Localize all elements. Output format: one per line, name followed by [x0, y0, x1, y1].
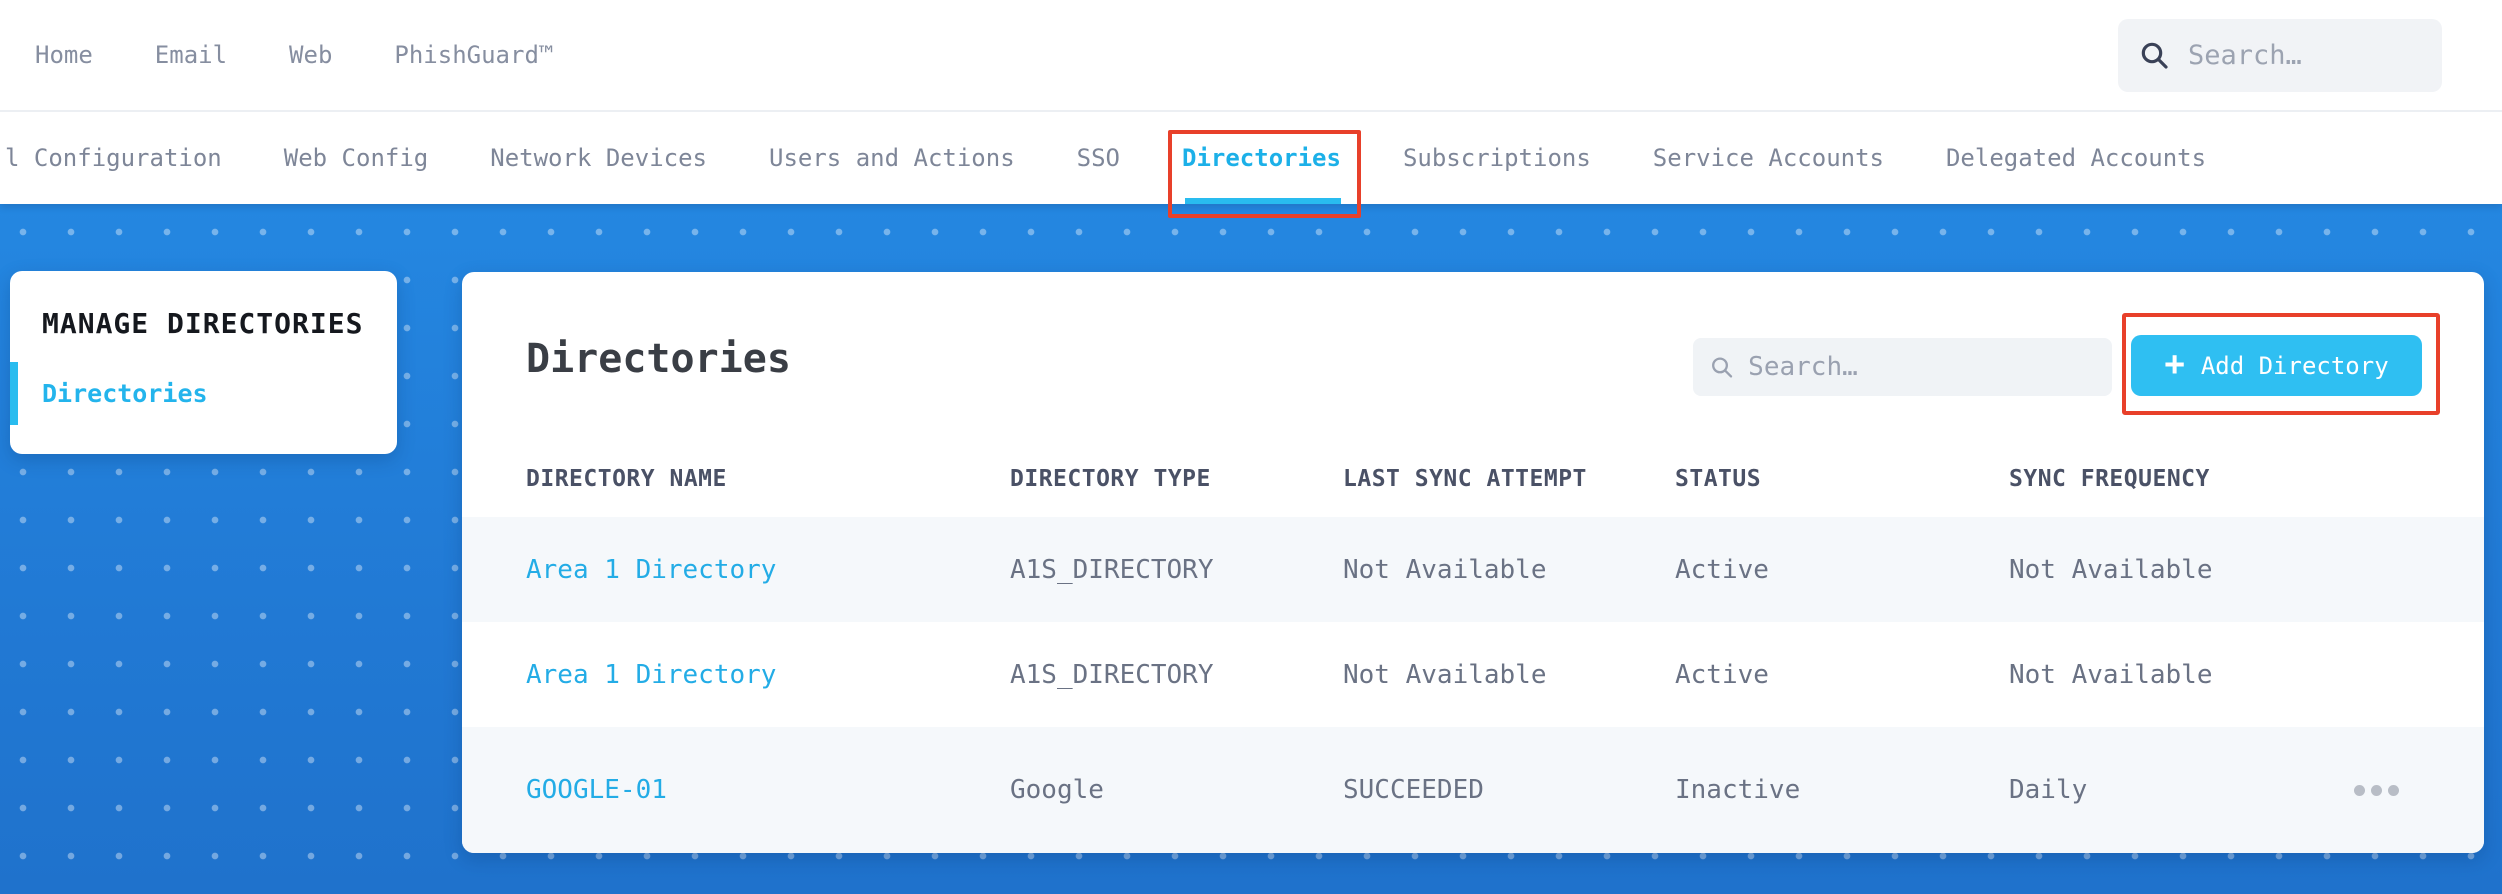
- active-tab-underline: [1185, 198, 1341, 204]
- settings-tab[interactable]: Directories: [1168, 112, 1361, 218]
- cell-last-sync-attempt: SUCCEEDED: [1343, 775, 1484, 805]
- table-row[interactable]: Area 1 Directory A1S_DIRECTORY Not Avail…: [462, 622, 2484, 727]
- column-header: LAST SYNC ATTEMPT: [1343, 465, 1587, 492]
- settings-nav: l Configuration Web Config Network Devic…: [0, 112, 2502, 218]
- table-row[interactable]: Area 1 Directory A1S_DIRECTORY Not Avail…: [462, 517, 2484, 622]
- content-background: MANAGE DIRECTORIES Directories Directori…: [0, 204, 2502, 894]
- settings-tab[interactable]: Web Config: [284, 112, 429, 204]
- tab-label: Service Accounts: [1652, 144, 1884, 172]
- cell-sync-frequency: Not Available: [2009, 554, 2213, 585]
- add-directory-button[interactable]: + Add Directory: [2131, 335, 2422, 396]
- settings-tab[interactable]: l Configuration: [5, 112, 222, 204]
- settings-tabs: l Configuration Web Config Network Devic…: [0, 112, 2502, 218]
- column-header: DIRECTORY TYPE: [1010, 465, 1211, 492]
- tab-label: SSO: [1076, 144, 1120, 172]
- top-nav-item[interactable]: Home: [35, 41, 93, 69]
- sidebar-title: MANAGE DIRECTORIES: [42, 307, 364, 340]
- panel-title: Directories: [526, 336, 791, 382]
- row-actions-menu-icon[interactable]: [2354, 775, 2400, 806]
- add-directory-label: Add Directory: [2200, 351, 2389, 380]
- top-nav-item[interactable]: Email: [155, 41, 227, 69]
- table-body: Area 1 Directory A1S_DIRECTORY Not Avail…: [462, 517, 2484, 853]
- column-header: DIRECTORY NAME: [526, 465, 727, 492]
- cell-directory-type: A1S_DIRECTORY: [1010, 659, 1214, 690]
- tab-label: Subscriptions: [1402, 144, 1591, 172]
- directory-name-link[interactable]: Area 1 Directory: [526, 555, 1010, 585]
- tab-label: Directories: [1182, 144, 1341, 172]
- plus-icon: +: [2164, 344, 2185, 384]
- column-header: STATUS: [1675, 465, 1762, 492]
- tab-label: l Configuration: [5, 144, 222, 172]
- global-search[interactable]: [2118, 18, 2442, 92]
- cell-status: Active: [1675, 554, 1769, 585]
- settings-tab[interactable]: Delegated Accounts: [1946, 112, 2206, 204]
- settings-tab[interactable]: Network Devices: [490, 112, 707, 204]
- settings-tab[interactable]: Service Accounts: [1653, 112, 1884, 204]
- tab-label: Network Devices: [490, 144, 707, 172]
- screen: Home Email Web PhishGuard™ l Configuration …: [0, 0, 2502, 894]
- settings-tab[interactable]: Users and Actions: [769, 112, 1015, 204]
- cell-status: Inactive: [1675, 775, 1801, 805]
- top-nav-item[interactable]: PhishGuard™: [394, 41, 553, 69]
- tab-label: Delegated Accounts: [1945, 144, 2207, 172]
- settings-tab[interactable]: SSO: [1077, 112, 1120, 204]
- cell-last-sync-attempt: Not Available: [1343, 554, 1547, 585]
- top-nav-item[interactable]: Web: [289, 41, 332, 69]
- cell-directory-type: Google: [1010, 775, 1104, 805]
- cell-sync-frequency: Not Available: [2009, 659, 2213, 690]
- cell-last-sync-attempt: Not Available: [1343, 659, 1547, 690]
- settings-tab[interactable]: Subscriptions: [1403, 112, 1591, 204]
- cell-directory-type: A1S_DIRECTORY: [1010, 554, 1214, 585]
- cell-status: Active: [1675, 659, 1769, 690]
- search-icon: [2141, 42, 2168, 69]
- directories-search-input[interactable]: [1748, 352, 2096, 382]
- sidebar-item-directories[interactable]: Directories: [10, 362, 367, 425]
- column-header: SYNC FREQUENCY: [2009, 465, 2210, 492]
- tab-label: Users and Actions: [769, 144, 1015, 172]
- global-search-input[interactable]: [2188, 39, 2422, 71]
- directory-name-link[interactable]: Area 1 Directory: [526, 660, 1010, 690]
- manage-directories-card: MANAGE DIRECTORIES Directories: [10, 271, 397, 454]
- table-row[interactable]: GOOGLE-01 Google SUCCEEDED Inactive Dail…: [462, 727, 2484, 853]
- table-header: DIRECTORY NAME DIRECTORY TYPE LAST SYNC AT…: [462, 440, 2484, 517]
- directories-search[interactable]: [1693, 338, 2112, 396]
- directories-panel: Directories + Add Directory DIRECTORY NA…: [462, 272, 2484, 853]
- directories-table: DIRECTORY NAME DIRECTORY TYPE LAST SYNC AT…: [462, 440, 2484, 853]
- search-icon: [1712, 357, 1733, 378]
- sidebar-list: Directories: [10, 362, 367, 425]
- top-bar: Home Email Web PhishGuard™: [0, 0, 2502, 112]
- top-nav: Home Email Web PhishGuard™: [35, 41, 553, 69]
- directory-name-link[interactable]: GOOGLE-01: [526, 775, 1010, 805]
- cell-sync-frequency: Daily: [2009, 775, 2088, 805]
- tab-label: Web Config: [283, 144, 429, 172]
